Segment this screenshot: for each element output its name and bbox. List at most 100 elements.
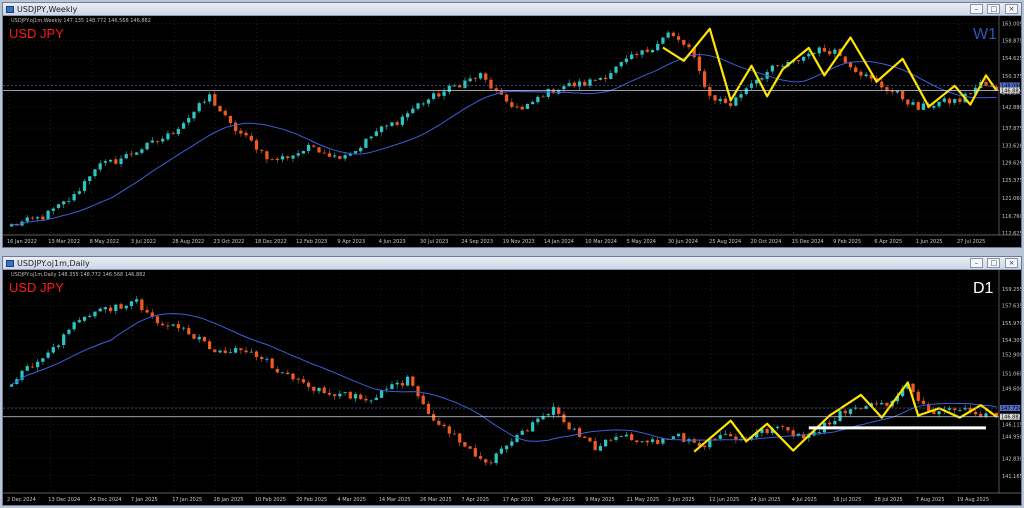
candle-body bbox=[635, 53, 639, 55]
minimize-button[interactable]: – bbox=[969, 258, 983, 268]
candle-body bbox=[385, 388, 389, 390]
candle bbox=[353, 392, 358, 403]
x-tick-label: 6 Apr 2025 bbox=[874, 239, 902, 245]
candle bbox=[411, 105, 415, 115]
candle bbox=[713, 95, 717, 105]
candle-body bbox=[41, 358, 45, 362]
candle-body bbox=[687, 44, 691, 48]
candle-body bbox=[723, 433, 728, 435]
close-button[interactable]: × bbox=[1005, 258, 1018, 268]
candle bbox=[437, 418, 441, 427]
candle-body bbox=[781, 65, 785, 67]
candle bbox=[603, 74, 608, 83]
weekly-chart-titlebar[interactable]: USDJPY,Weekly – □ × bbox=[3, 3, 1021, 16]
candle bbox=[364, 395, 368, 403]
candle bbox=[312, 144, 316, 148]
candle bbox=[234, 120, 238, 135]
candle bbox=[624, 432, 629, 437]
candle-body bbox=[62, 201, 66, 205]
candle bbox=[723, 96, 728, 105]
candle bbox=[400, 380, 405, 389]
candle-body bbox=[520, 430, 524, 435]
candle bbox=[583, 435, 587, 439]
candle-body bbox=[796, 60, 801, 62]
candle-body bbox=[77, 191, 81, 194]
x-tick-label: 12 Jun 2025 bbox=[709, 497, 739, 503]
candle bbox=[531, 100, 535, 105]
candle bbox=[275, 366, 279, 374]
candle bbox=[874, 400, 879, 406]
candle bbox=[374, 394, 378, 401]
candle bbox=[124, 151, 128, 160]
candle-body bbox=[411, 376, 415, 386]
x-tick-label: 4 Mar 2025 bbox=[337, 497, 366, 503]
candle bbox=[718, 96, 722, 105]
candle bbox=[432, 410, 436, 422]
candle bbox=[958, 408, 962, 413]
candle-body bbox=[364, 398, 368, 401]
candle bbox=[801, 56, 806, 64]
candle bbox=[129, 300, 134, 310]
candle bbox=[702, 68, 707, 89]
candle bbox=[734, 94, 738, 107]
candle-body bbox=[338, 156, 342, 159]
candle bbox=[848, 408, 853, 416]
x-tick-label: 10 Feb 2025 bbox=[255, 497, 286, 503]
candle-body bbox=[468, 446, 472, 449]
candle-body bbox=[270, 159, 274, 161]
candle-body bbox=[171, 133, 175, 135]
candle bbox=[942, 96, 946, 103]
candle-body bbox=[72, 322, 76, 330]
candle-body bbox=[921, 400, 926, 404]
candle-body bbox=[426, 99, 431, 104]
candle-body bbox=[364, 138, 368, 148]
maximize-button[interactable]: □ bbox=[987, 4, 1001, 14]
candle bbox=[614, 433, 618, 443]
candle-body bbox=[249, 351, 253, 353]
candle-body bbox=[275, 158, 279, 161]
candle bbox=[650, 49, 655, 54]
minimize-button[interactable]: – bbox=[969, 4, 983, 14]
candle bbox=[572, 80, 576, 88]
candle bbox=[77, 187, 81, 196]
candle-body bbox=[734, 97, 738, 106]
weekly-candlestick-chart[interactable]: 112.625 116.760 121.060 125.375 129.626 133.6… bbox=[3, 16, 1021, 247]
candle bbox=[843, 56, 847, 64]
candle bbox=[666, 30, 670, 40]
candle bbox=[385, 386, 389, 393]
candle-body bbox=[41, 216, 45, 220]
candles bbox=[9, 30, 999, 227]
candle-body bbox=[213, 94, 217, 106]
daily-chart-titlebar[interactable]: USDJPY.oj1m,Daily – □ × bbox=[3, 257, 1021, 270]
candle bbox=[947, 97, 952, 106]
candle bbox=[207, 92, 212, 104]
candle-body bbox=[291, 155, 295, 159]
candle-body bbox=[770, 65, 774, 72]
candle-body bbox=[51, 347, 55, 353]
candle-body bbox=[166, 133, 170, 140]
candle bbox=[525, 428, 530, 432]
candle bbox=[489, 459, 493, 466]
weekly-chart-window[interactable]: USDJPY,Weekly – □ × 112.625 116.760 121.06… bbox=[2, 2, 1022, 248]
candle-body bbox=[322, 387, 326, 394]
close-button[interactable]: × bbox=[1005, 4, 1018, 14]
candle-body bbox=[359, 394, 363, 399]
candle bbox=[630, 432, 634, 442]
maximize-button[interactable]: □ bbox=[987, 258, 1001, 268]
candle bbox=[624, 55, 629, 65]
candle bbox=[650, 436, 655, 445]
candle-body bbox=[30, 366, 35, 368]
daily-chart-window[interactable]: USDJPY.oj1m,Daily – □ × 141.165 142.830 14… bbox=[2, 256, 1022, 506]
candle bbox=[906, 99, 910, 108]
candle bbox=[244, 346, 248, 354]
candle bbox=[62, 200, 66, 208]
candle-body bbox=[181, 327, 186, 329]
candle bbox=[140, 147, 144, 155]
candle-body bbox=[145, 142, 149, 150]
candle bbox=[135, 296, 139, 304]
candle-body bbox=[405, 113, 410, 118]
candle-body bbox=[567, 422, 571, 430]
candle-body bbox=[801, 56, 806, 61]
candle bbox=[723, 430, 728, 436]
daily-candlestick-chart[interactable]: 141.165142.830144.950146.115147.780149.6… bbox=[3, 270, 1021, 505]
